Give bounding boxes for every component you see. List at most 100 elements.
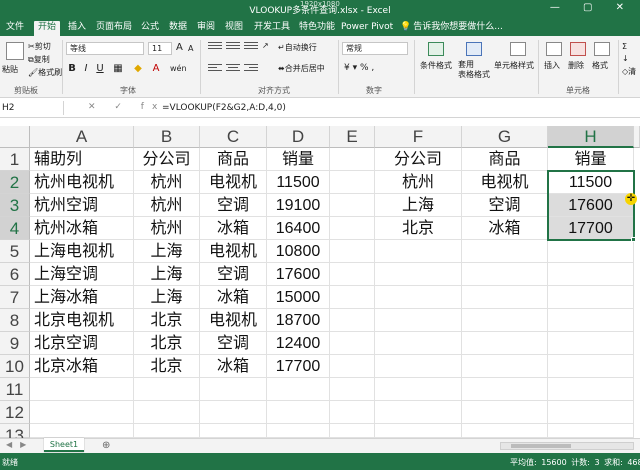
align-middle-icon[interactable] (226, 42, 240, 52)
cell-a11[interactable] (30, 378, 134, 401)
cell-b5[interactable]: 上海 (134, 240, 200, 263)
row-header-13[interactable]: 13 (0, 424, 30, 445)
sheet-tab-sheet1[interactable]: Sheet1 (44, 438, 84, 452)
cell-a2[interactable]: 杭州电视机 (30, 171, 134, 194)
align-bottom-icon[interactable] (244, 42, 258, 52)
cell-c9[interactable]: 空调 (200, 332, 267, 355)
tab-power-pivot[interactable]: Power Pivot (341, 21, 393, 36)
tab-review[interactable]: 审阅 (197, 21, 215, 36)
cell-e3[interactable] (330, 194, 375, 217)
fill-color-icon[interactable]: ◆ (132, 63, 144, 74)
row-header-9[interactable]: 9 (0, 332, 30, 355)
cell-f12[interactable] (375, 401, 462, 424)
cell-g13[interactable] (462, 424, 548, 438)
cell-f3[interactable]: 上海 (375, 194, 462, 217)
cell-e12[interactable] (330, 401, 375, 424)
cell-e6[interactable] (330, 263, 375, 286)
row-header-2[interactable]: 2 (0, 171, 30, 194)
insert-cells-icon[interactable] (546, 42, 562, 56)
cell-h11[interactable] (548, 378, 634, 401)
cell-h5[interactable] (548, 240, 634, 263)
cell-g9[interactable] (462, 332, 548, 355)
column-header-a[interactable]: A (30, 126, 134, 148)
cell-d8[interactable]: 18700 (267, 309, 330, 332)
cell-c4[interactable]: 冰箱 (200, 217, 267, 240)
row-header-7[interactable]: 7 (0, 286, 30, 309)
cell-c12[interactable] (200, 401, 267, 424)
format-as-table-button[interactable]: 套用 表格格式 (458, 60, 490, 80)
cell-d7[interactable]: 15000 (267, 286, 330, 309)
cell-a7[interactable]: 上海冰箱 (30, 286, 134, 309)
cell-c8[interactable]: 电视机 (200, 309, 267, 332)
font-name-select[interactable]: 等线 (66, 42, 144, 55)
cell-a6[interactable]: 上海空调 (30, 263, 134, 286)
cell-h9[interactable] (548, 332, 634, 355)
align-center-icon[interactable] (226, 64, 240, 74)
cell-a10[interactable]: 北京冰箱 (30, 355, 134, 378)
cell-b9[interactable]: 北京 (134, 332, 200, 355)
tab-developer[interactable]: 开发工具 (254, 21, 290, 36)
cut-button[interactable]: ✂剪切 (28, 41, 51, 52)
format-cells-icon[interactable] (594, 42, 610, 56)
cell-a5[interactable]: 上海电视机 (30, 240, 134, 263)
cell-a9[interactable]: 北京空调 (30, 332, 134, 355)
border-icon[interactable]: ▦ (112, 63, 124, 74)
cell-b4[interactable]: 杭州 (134, 217, 200, 240)
tab-home[interactable]: 开始 (34, 21, 61, 36)
cell-d12[interactable] (267, 401, 330, 424)
cell-a1[interactable]: 辅助列 (30, 148, 134, 171)
cell-d3[interactable]: 19100 (267, 194, 330, 217)
orientation-icon[interactable]: ↗ (262, 41, 269, 50)
cell-b3[interactable]: 杭州 (134, 194, 200, 217)
cell-g3[interactable]: 空调 (462, 194, 548, 217)
horizontal-scrollbar[interactable] (500, 442, 634, 450)
conditional-format-icon[interactable] (428, 42, 444, 56)
column-header-h[interactable]: H (548, 126, 634, 148)
cell-d10[interactable]: 17700 (267, 355, 330, 378)
cell-b8[interactable]: 北京 (134, 309, 200, 332)
cell-e13[interactable] (330, 424, 375, 438)
cell-f9[interactable] (375, 332, 462, 355)
cell-d11[interactable] (267, 378, 330, 401)
copy-button[interactable]: ⧉复制 (28, 54, 50, 65)
currency-icon[interactable]: ¥ ▾ % , (344, 63, 374, 73)
cell-c6[interactable]: 空调 (200, 263, 267, 286)
tab-view[interactable]: 视图 (225, 21, 243, 36)
cell-e2[interactable] (330, 171, 375, 194)
paste-icon[interactable] (6, 42, 24, 60)
cell-c7[interactable]: 冰箱 (200, 286, 267, 309)
column-header-e[interactable]: E (330, 126, 375, 148)
cell-d6[interactable]: 17600 (267, 263, 330, 286)
number-format-select[interactable]: 常规 (342, 42, 408, 55)
cell-g7[interactable] (462, 286, 548, 309)
worksheet-grid[interactable]: A B C D E F G H 1 2 3 4 5 6 7 8 9 10 11 … (0, 126, 640, 445)
cell-h10[interactable] (548, 355, 634, 378)
clear-button[interactable]: ◇清 (622, 66, 636, 77)
cell-e4[interactable] (330, 217, 375, 240)
cell-styles-button[interactable]: 单元格样式 (494, 60, 534, 71)
fill-icon[interactable]: ↓ (622, 54, 629, 63)
cell-d9[interactable]: 12400 (267, 332, 330, 355)
cell-b12[interactable] (134, 401, 200, 424)
font-color-icon[interactable]: A (150, 63, 162, 74)
wrap-text-button[interactable]: ↵自动换行 (278, 42, 317, 53)
cell-b10[interactable]: 北京 (134, 355, 200, 378)
cell-f8[interactable] (375, 309, 462, 332)
grow-font-button[interactable]: A (176, 42, 183, 53)
row-header-1[interactable]: 1 (0, 148, 30, 171)
cell-g6[interactable] (462, 263, 548, 286)
italic-button[interactable]: I (80, 63, 92, 74)
underline-button[interactable]: U (94, 63, 106, 74)
merge-center-button[interactable]: ⬌合并后居中 (278, 63, 325, 74)
insert-cells-button[interactable]: 插入 (544, 60, 560, 71)
tab-special[interactable]: 特色功能 (299, 21, 335, 36)
cell-f10[interactable] (375, 355, 462, 378)
align-right-icon[interactable] (244, 64, 258, 74)
tab-data[interactable]: 数据 (169, 21, 187, 36)
cell-e9[interactable] (330, 332, 375, 355)
align-left-icon[interactable] (208, 64, 222, 74)
name-box[interactable]: H2 (0, 101, 64, 115)
shrink-font-button[interactable]: A (188, 44, 193, 53)
conditional-format-button[interactable]: 条件格式 (420, 60, 452, 71)
format-painter-button[interactable]: 🖌格式刷 (28, 67, 62, 78)
